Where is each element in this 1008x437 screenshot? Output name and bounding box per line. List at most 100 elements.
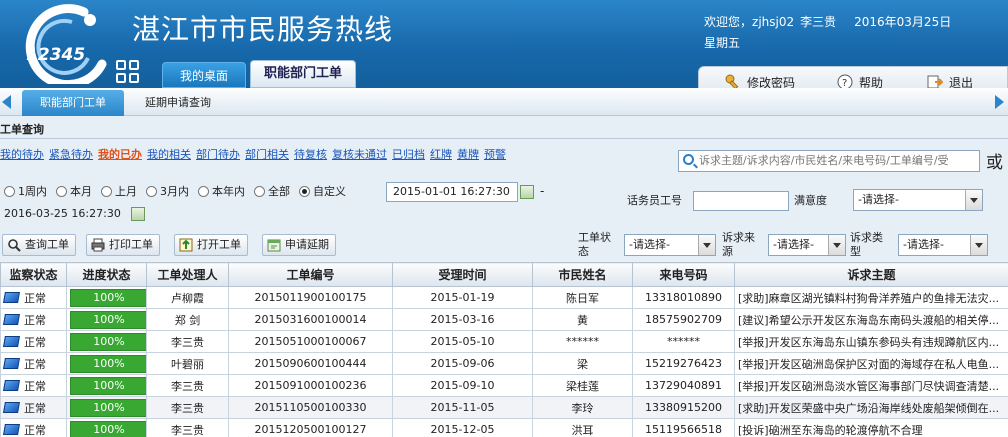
print-ticket-button[interactable]: 打印工单 xyxy=(86,234,160,256)
table-row[interactable]: 正常 100% 郑 剑 2015031600100014 2015-03-16 黄 1857… xyxy=(0,308,1008,331)
request-type-select[interactable]: -请选择- xyxy=(898,234,988,256)
column-header[interactable]: 工单编号 xyxy=(228,262,393,287)
calendar-icon[interactable] xyxy=(520,185,534,199)
cell-phone: 13380915200 xyxy=(632,396,735,419)
apply-extension-button[interactable]: 申请延期 xyxy=(262,234,336,256)
radio-circle-icon xyxy=(56,186,67,197)
time-radio[interactable]: 全部 xyxy=(254,183,290,199)
time-radio[interactable]: 本年内 xyxy=(198,183,245,199)
progress-bar: 100% xyxy=(70,420,146,437)
tab-dept-tickets[interactable]: 职能部门工单 xyxy=(250,60,356,88)
satisfaction-select[interactable]: -请选择- xyxy=(853,189,983,211)
progress-bar: 100% xyxy=(70,288,146,307)
table-row[interactable]: 正常 100% 叶碧丽 2015090600100444 2015-09-06 梁 1521… xyxy=(0,352,1008,375)
time-radio[interactable]: 1周内 xyxy=(4,183,47,199)
column-header[interactable]: 市民姓名 xyxy=(532,262,633,287)
search-placeholder: 诉求主题/诉求内容/市民姓名/来电号码/工单编号/受 xyxy=(699,154,949,167)
progress-text: 100% xyxy=(93,356,125,370)
progress-cell: 100% xyxy=(66,396,147,419)
radio-circle-icon xyxy=(299,186,310,197)
cell-handler: 李三贵 xyxy=(146,418,229,437)
filter-link[interactable]: 紧急待办 xyxy=(49,148,93,161)
filter-link[interactable]: 我的待办 xyxy=(0,148,44,161)
open-ticket-button[interactable]: 打开工单 xyxy=(174,234,248,256)
progress-bar: 100% xyxy=(70,310,146,329)
operator-label: 话务员工号 xyxy=(627,194,682,207)
system-title: 湛江市市民服务热线 xyxy=(132,13,394,46)
filter-link[interactable]: 红牌 xyxy=(430,148,452,161)
tab-my-desktop[interactable]: 我的桌面 xyxy=(162,62,246,88)
table-row[interactable]: 正常 100% 李三贵 2015120500100127 2015-12-05 洪耳 151… xyxy=(0,418,1008,437)
cell-handler: 李三贵 xyxy=(146,330,229,353)
radio-circle-icon xyxy=(146,186,157,197)
cell-handler: 叶碧丽 xyxy=(146,352,229,375)
filter-link[interactable]: 复核未通过 xyxy=(332,148,387,161)
date-separator: - xyxy=(540,184,545,198)
welcome-info: 欢迎您，zjhsj02 李三贵 2016年03月25日 星期五 xyxy=(704,12,1004,54)
column-header[interactable]: 受理时间 xyxy=(392,262,533,287)
time-radio[interactable]: 自定义 xyxy=(299,183,346,199)
progress-text: 100% xyxy=(93,400,125,414)
query-ticket-button[interactable]: 查询工单 xyxy=(2,234,76,256)
filter-link[interactable]: 预警 xyxy=(484,148,506,161)
table-row[interactable]: 正常 100% 李三贵 2015051000100067 2015-05-10 *****… xyxy=(0,330,1008,353)
subtab-dept-tickets[interactable]: 职能部门工单 xyxy=(22,90,124,116)
column-header[interactable]: 监察状态 xyxy=(0,262,67,287)
status-cell: 正常 xyxy=(0,396,67,419)
ticket-status-icon xyxy=(3,357,20,369)
status-text: 正常 xyxy=(24,335,46,349)
time-radio[interactable]: 3月内 xyxy=(146,183,189,199)
progress-bar: 100% xyxy=(70,398,146,417)
cell-id: 2015031600100014 xyxy=(228,308,393,331)
cell-id: 2015091000100236 xyxy=(228,374,393,397)
progress-cell: 100% xyxy=(66,374,147,397)
subtab-extension-query[interactable]: 延期申请查询 xyxy=(130,90,226,116)
column-header[interactable]: 工单处理人 xyxy=(146,262,229,287)
satisfaction-value: -请选择- xyxy=(858,193,899,206)
time-radio-label: 本年内 xyxy=(212,185,245,198)
progress-cell: 100% xyxy=(66,330,147,353)
request-source-select[interactable]: -请选择- xyxy=(768,234,846,256)
cell-time: 2015-01-19 xyxy=(392,286,533,309)
filter-link[interactable]: 待复核 xyxy=(294,148,327,161)
status-cell: 正常 xyxy=(0,330,67,353)
column-header[interactable]: 进度状态 xyxy=(66,262,147,287)
grid-apps-icon[interactable] xyxy=(116,60,140,84)
time-radio[interactable]: 上月 xyxy=(101,183,137,199)
table-row[interactable]: 正常 100% 卢柳霞 2015011900100175 2015-01-19 陈日军 13… xyxy=(0,286,1008,309)
filter-link[interactable]: 我的已办 xyxy=(98,148,142,161)
time-radio[interactable]: 本月 xyxy=(56,183,92,199)
filter-link[interactable]: 部门相关 xyxy=(245,148,289,161)
filter-link[interactable]: 部门待办 xyxy=(196,148,240,161)
table-row[interactable]: 正常 100% 李三贵 2015091000100236 2015-09-10 梁桂莲 13… xyxy=(0,374,1008,397)
time-range-radios: 1周内 本月 上月 3月内 本年内 全部 自定义 xyxy=(4,183,355,199)
cell-time: 2015-09-06 xyxy=(392,352,533,375)
ticket-status-select[interactable]: -请选择- xyxy=(624,234,716,256)
cell-name: 梁桂莲 xyxy=(532,374,633,397)
progress-text: 100% xyxy=(93,334,125,348)
table-row[interactable]: 正常 100% 李三贵 2015110500100330 2015-11-05 李玲 133… xyxy=(0,396,1008,419)
radio-circle-icon xyxy=(198,186,209,197)
logo-icon: 12345 xyxy=(25,4,107,84)
cell-subject: [举报]开发区东海岛东山镇东参码头有违规蹲航区内... xyxy=(734,330,1008,353)
cell-phone: 18575902709 xyxy=(632,308,735,331)
search-input[interactable]: 诉求主题/诉求内容/市民姓名/来电号码/工单编号/受 xyxy=(678,150,980,172)
column-header[interactable]: 来电号码 xyxy=(632,262,735,287)
cell-id: 2015090600100444 xyxy=(228,352,393,375)
time-radio-label: 本月 xyxy=(70,185,92,198)
progress-bar: 100% xyxy=(70,354,146,373)
ticket-status-label: 工单状态 xyxy=(578,231,611,258)
filter-link[interactable]: 我的相关 xyxy=(147,148,191,161)
date-from-input[interactable]: 2015-01-01 16:27:30 xyxy=(386,182,518,202)
scroll-left-icon[interactable] xyxy=(2,95,11,109)
ticket-status-value: -请选择- xyxy=(629,238,670,251)
cell-subject: [举报]开发区硇洲岛淡水管区海事部门尽快调查清楚... xyxy=(734,374,1008,397)
date-to-input[interactable]: 2016-03-25 16:27:30 xyxy=(2,205,130,225)
operator-input[interactable] xyxy=(693,191,789,211)
column-header[interactable]: 诉求主题 xyxy=(734,262,1008,287)
filter-link[interactable]: 已归档 xyxy=(392,148,425,161)
filter-link[interactable]: 黄牌 xyxy=(457,148,479,161)
scroll-right-icon[interactable] xyxy=(995,95,1004,109)
calendar-icon[interactable] xyxy=(131,207,145,221)
status-cell: 正常 xyxy=(0,352,67,375)
